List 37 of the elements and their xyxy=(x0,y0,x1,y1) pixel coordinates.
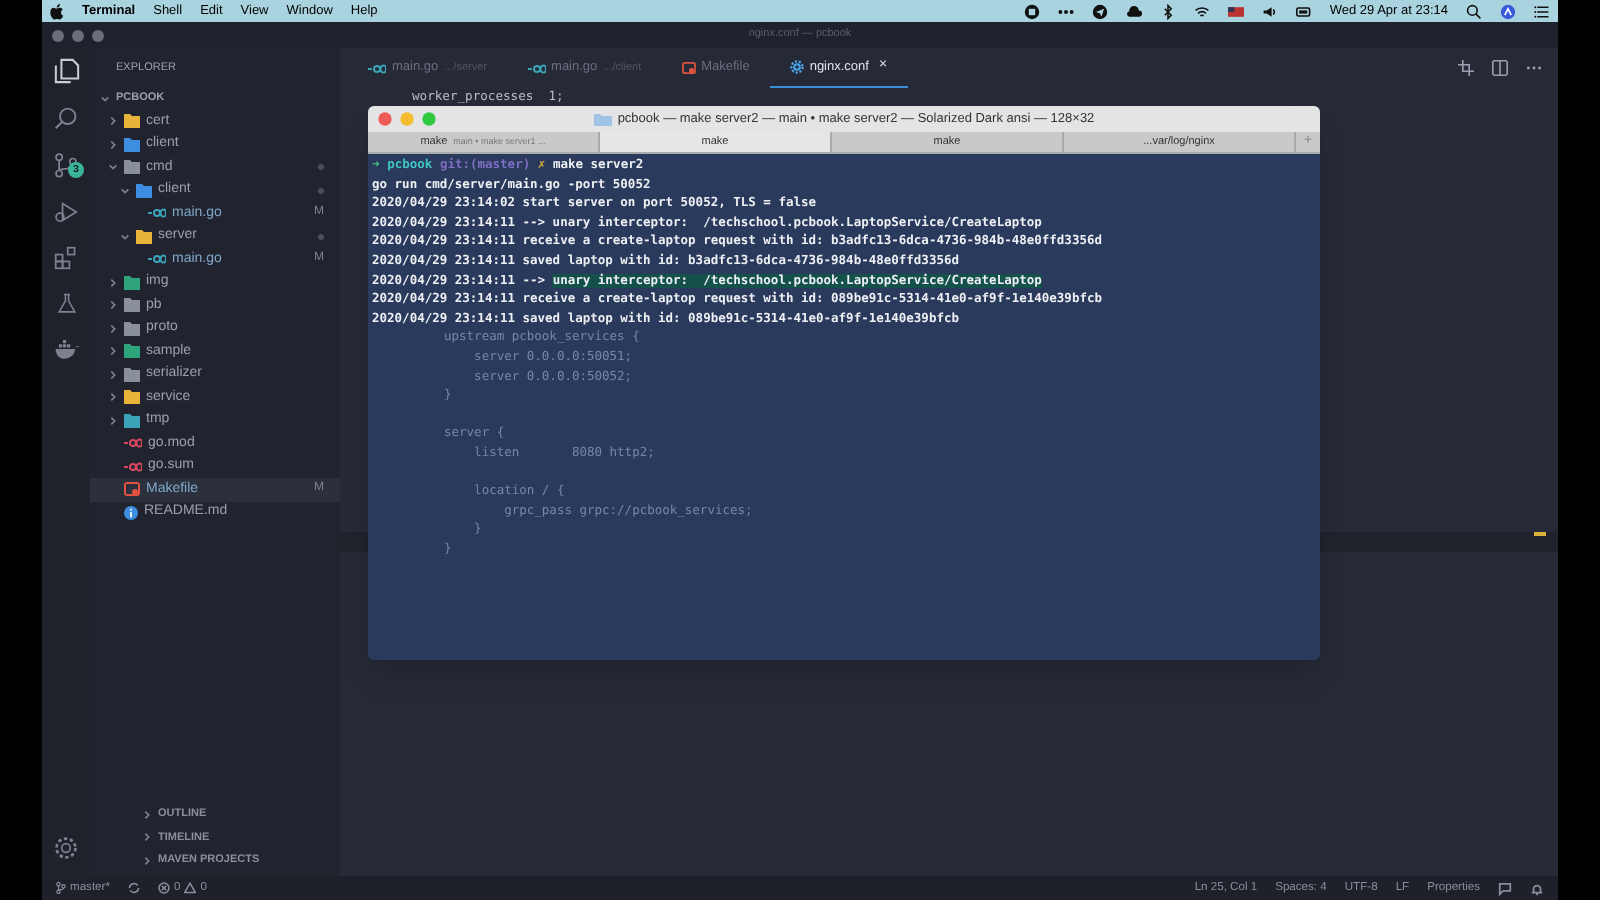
search-icon[interactable] xyxy=(1466,3,1482,19)
record-icon[interactable] xyxy=(1023,3,1040,19)
branch-icon xyxy=(56,882,66,894)
extensions-icon[interactable] xyxy=(54,246,78,270)
send-icon[interactable] xyxy=(1091,3,1108,19)
cloud-icon[interactable] xyxy=(1125,3,1142,19)
flag-icon[interactable] xyxy=(1227,3,1244,19)
assistant-icon[interactable] xyxy=(1500,3,1516,19)
apple-icon[interactable] xyxy=(50,3,64,19)
run-debug-icon[interactable] xyxy=(54,200,78,224)
split-editor-icon[interactable] xyxy=(1492,60,1508,76)
settings-icon[interactable] xyxy=(54,836,78,860)
chevron-icon xyxy=(142,855,152,866)
chevron-icon xyxy=(142,832,152,843)
close-icon[interactable] xyxy=(378,112,392,126)
folder-icon xyxy=(593,113,612,125)
list-icon[interactable] xyxy=(1534,3,1550,19)
speaker-icon[interactable] xyxy=(1261,3,1278,19)
chevron-icon xyxy=(100,94,110,104)
error-icon xyxy=(157,882,170,894)
feedback-icon[interactable] xyxy=(1498,881,1512,895)
flask-icon[interactable] xyxy=(55,292,77,316)
wifi-icon[interactable] xyxy=(1193,3,1210,19)
sync-icon[interactable] xyxy=(127,882,140,894)
warning-icon xyxy=(184,882,197,894)
gear-icon xyxy=(789,60,804,74)
files-icon[interactable] xyxy=(53,58,79,84)
chevron-icon xyxy=(142,809,152,820)
whale-icon[interactable] xyxy=(53,338,79,360)
branch-icon[interactable] xyxy=(54,152,78,178)
scroll-marker xyxy=(1534,532,1546,535)
bluetooth-icon[interactable] xyxy=(1159,3,1176,19)
bell-icon[interactable] xyxy=(1530,881,1544,895)
go-file-icon xyxy=(368,63,386,73)
battery-icon[interactable] xyxy=(1295,3,1312,19)
go-file-icon xyxy=(527,63,546,73)
makefile-icon xyxy=(681,62,696,74)
